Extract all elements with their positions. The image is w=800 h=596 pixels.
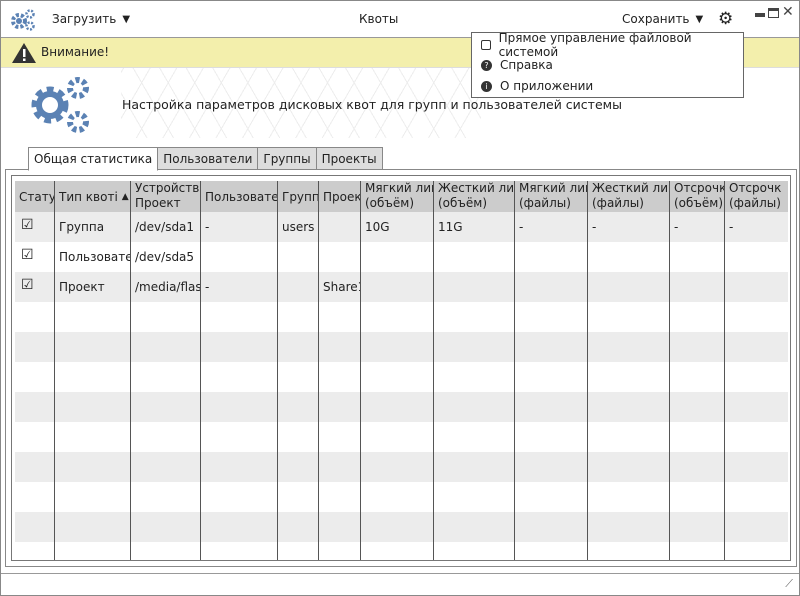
cell-grace-size: - — [674, 220, 679, 234]
column-divider[interactable] — [669, 181, 670, 560]
cell-device: /dev/sda1 — [135, 220, 195, 234]
page-heading: Настройка параметров дисковых квот для г… — [122, 97, 622, 112]
info-icon: i — [481, 80, 492, 92]
cell-hard-size: 11G — [438, 220, 463, 234]
column-header-label: Проек — [323, 190, 360, 204]
column-header-status[interactable]: Стату — [15, 190, 54, 205]
column-divider[interactable] — [54, 181, 55, 560]
column-divider[interactable] — [587, 181, 588, 560]
column-header-sublabel: (объём) — [438, 196, 488, 210]
menu-item-help[interactable]: ? Справка — [481, 55, 553, 75]
column-header-sublabel: (файлы) — [519, 196, 571, 210]
cell-group: users — [282, 220, 315, 234]
column-header-label: Стату — [19, 190, 54, 204]
column-header-label: Устройство — [135, 181, 200, 195]
load-label: Загрузить — [52, 12, 117, 26]
status-bar: ⟋ — [1, 573, 799, 595]
cell-user: - — [205, 280, 210, 294]
column-header-label: Группі — [282, 190, 318, 204]
dropdown-arrow-icon: ▼ — [122, 13, 131, 25]
column-header-group[interactable]: Группі — [278, 190, 318, 205]
settings-gears-icon — [31, 77, 89, 133]
menu-item-label: Справка — [500, 58, 553, 72]
cell-user: - — [205, 220, 210, 234]
column-divider[interactable] — [433, 181, 434, 560]
column-header-soft-size[interactable]: Мягкий лимі(объём) — [361, 181, 433, 211]
cell-status[interactable]: ☑ — [17, 277, 56, 293]
menu-item-direct-fs[interactable]: Прямое управление файловой системой — [481, 31, 743, 59]
cell-soft-files: - — [519, 220, 524, 234]
menu-item-about[interactable]: i О приложении — [481, 76, 593, 96]
save-label: Сохранить — [622, 12, 690, 26]
column-header-label: Отсрочк — [729, 181, 782, 195]
close-icon[interactable]: ✕ — [782, 4, 794, 20]
cell-hard-files: - — [592, 220, 597, 234]
tab-bar: Общая статистика Пользователи Группы Про… — [28, 147, 383, 171]
app-window: Загрузить ▼ Квоты Сохранить ▼ ⚙ ✕ Вниман… — [0, 0, 800, 596]
checkbox-icon[interactable] — [481, 40, 491, 50]
column-header-label: Отсрочк — [674, 181, 724, 195]
column-divider[interactable] — [200, 181, 201, 560]
column-header-label: Пользовате. — [205, 190, 277, 204]
column-header-label: Жесткий лим — [592, 181, 669, 195]
cell-status[interactable]: ☑ — [17, 217, 56, 233]
column-header-sublabel: (объём) — [365, 196, 415, 210]
gear-icon[interactable]: ⚙ — [718, 9, 733, 29]
cell-status[interactable]: ☑ — [17, 247, 56, 263]
column-header-hard-files[interactable]: Жесткий лим (файлы) — [588, 181, 669, 211]
column-divider[interactable] — [514, 181, 515, 560]
tab-users[interactable]: Пользователи — [158, 147, 259, 170]
cell-quota-type: Проект — [59, 280, 105, 294]
column-header-label: Тип квоті — [59, 190, 118, 204]
column-header-project[interactable]: Проек — [319, 190, 360, 205]
help-icon: ? — [481, 59, 492, 71]
app-gears-icon — [11, 9, 35, 31]
dropdown-arrow-icon: ▼ — [695, 13, 704, 25]
tab-projects[interactable]: Проекты — [316, 147, 383, 170]
column-divider[interactable] — [360, 181, 361, 560]
resize-grip-icon[interactable]: ⟋ — [785, 577, 793, 591]
cell-device: /dev/sda5 — [135, 250, 195, 264]
load-menu-button[interactable]: Загрузить ▼ — [52, 12, 130, 26]
cell-quota-type: Пользовате. — [59, 250, 130, 264]
minimize-icon[interactable] — [755, 13, 765, 17]
warning-text: Внимание! — [41, 45, 110, 59]
menu-item-label: О приложении — [500, 79, 594, 93]
cell-grace-files: - — [729, 220, 734, 234]
column-divider[interactable] — [318, 181, 319, 560]
save-menu-button[interactable]: Сохранить ▼ — [622, 12, 703, 26]
column-divider[interactable] — [724, 181, 725, 560]
column-divider[interactable] — [277, 181, 278, 560]
column-header-sublabel: (файлы) — [592, 196, 644, 210]
column-header-label: Мягкий лимі — [519, 181, 587, 195]
column-header-user[interactable]: Пользовате. — [201, 190, 277, 205]
sort-ascending-icon: ▲ — [121, 192, 129, 202]
cell-quota-type: Группа — [59, 220, 105, 234]
warning-icon — [12, 43, 36, 63]
column-header-sublabel: (объём) — [674, 196, 724, 210]
column-divider[interactable] — [130, 181, 131, 560]
cell-soft-size: 10G — [365, 220, 390, 234]
column-header-label: Жесткий лим — [438, 181, 514, 195]
column-header-quota-type[interactable]: Тип квоті ▲ — [55, 190, 130, 205]
column-header-hard-size[interactable]: Жесткий лим(объём) — [434, 181, 514, 211]
column-header-grace-size[interactable]: Отсрочк (объём) — [670, 181, 724, 211]
tab-general-stats[interactable]: Общая статистика — [28, 147, 159, 171]
column-header-sublabel: (файлы) — [729, 196, 781, 210]
column-header-sublabel: Проект — [135, 196, 181, 210]
column-header-device[interactable]: Устройство Проект — [131, 181, 200, 211]
column-header-label: Мягкий лимі — [365, 181, 433, 195]
tab-groups[interactable]: Группы — [258, 147, 317, 170]
window-title: Квоты — [359, 12, 399, 26]
cell-device: /media/flas — [135, 280, 200, 294]
quota-table: ☑ Группа/dev/sda1- users 10G 11G - - - - ☑ Пользов… — [11, 175, 791, 561]
maximize-icon[interactable] — [768, 8, 779, 18]
column-header-grace-files[interactable]: Отсрочк (файлы) — [725, 181, 787, 211]
settings-dropdown-menu: Прямое управление файловой системой ? Спр… — [471, 31, 744, 98]
cell-project: Share1 — [323, 280, 360, 294]
column-header-soft-files[interactable]: Мягкий лимі(файлы) — [515, 181, 587, 211]
